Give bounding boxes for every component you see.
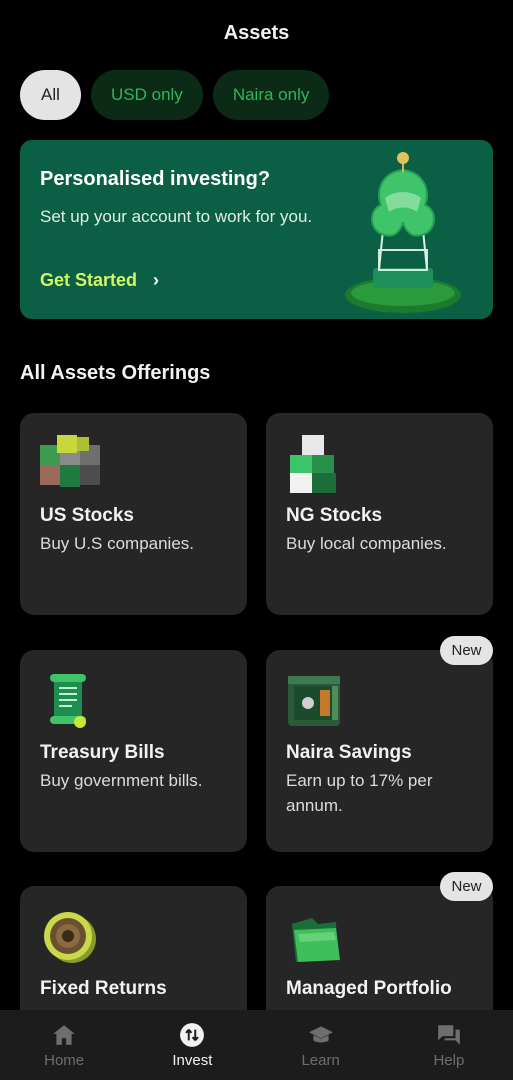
nav-tab-home[interactable]: Home [0,1010,128,1080]
nav-label: Home [44,1052,85,1069]
card-title: Managed Portfolio [286,978,452,999]
card-title: US Stocks [40,505,134,526]
chevron-right-icon: › [153,270,160,290]
nav-tab-invest[interactable]: Invest [128,1010,256,1080]
card-title: Naira Savings [286,742,412,763]
coin-icon [44,912,96,963]
folder-icon [292,918,340,962]
get-started-link[interactable]: Get Started › [40,270,159,291]
filter-chip-naira-only[interactable]: Naira only [212,70,330,120]
nav-label: Help [433,1052,465,1069]
filter-chip-usd-only[interactable]: USD only [91,70,203,120]
page-title: Assets [223,22,290,44]
scroll-icon [50,674,86,728]
card-description: Buy U.S companies. [40,534,195,553]
nav-label: Learn [301,1052,340,1069]
new-badge: New [440,872,493,901]
home-icon [53,1025,75,1045]
card-description: Buy government bills. [40,771,203,790]
bottom-nav: Home Invest Learn Help [0,1010,513,1080]
asset-card-ng-stocks[interactable]: NG Stocks Buy local companies. [266,413,493,615]
promo-subtitle: Set up your account to work for you. [40,207,313,226]
filter-chips: All USD only Naira only [20,70,330,120]
personalised-investing-banner[interactable]: Personalised investing? Set up your acco… [20,140,493,319]
graduation-cap-icon [308,1026,333,1043]
us-stocks-cubes-icon [40,435,100,487]
filter-chip-all[interactable]: All [20,70,81,120]
nav-tab-learn[interactable]: Learn [257,1010,385,1080]
ng-stocks-cubes-icon [290,435,336,493]
chat-bubbles-icon [438,1025,460,1045]
promo-title: Personalised investing? [40,168,271,190]
card-description: Buy local companies. [286,534,447,553]
card-title: Fixed Returns [40,978,167,999]
nav-tab-help[interactable]: Help [385,1010,513,1080]
clover-statue-illustration [345,152,461,313]
card-title: NG Stocks [286,505,383,526]
invest-icon [180,1023,205,1047]
card-description: Earn up to 17% per annum. [286,771,433,815]
get-started-label: Get Started [40,270,138,290]
card-title: Treasury Bills [40,742,165,763]
asset-card-us-stocks[interactable]: US Stocks Buy U.S companies. [20,413,247,615]
new-badge: New [440,636,493,665]
asset-card-naira-savings[interactable]: New Naira Savings Earn up to 17% per ann… [266,636,493,852]
safe-icon [288,676,340,726]
section-title: All Assets Offerings [20,362,211,384]
asset-card-treasury-bills[interactable]: Treasury Bills Buy government bills. [20,650,247,852]
nav-label: Invest [172,1052,213,1069]
